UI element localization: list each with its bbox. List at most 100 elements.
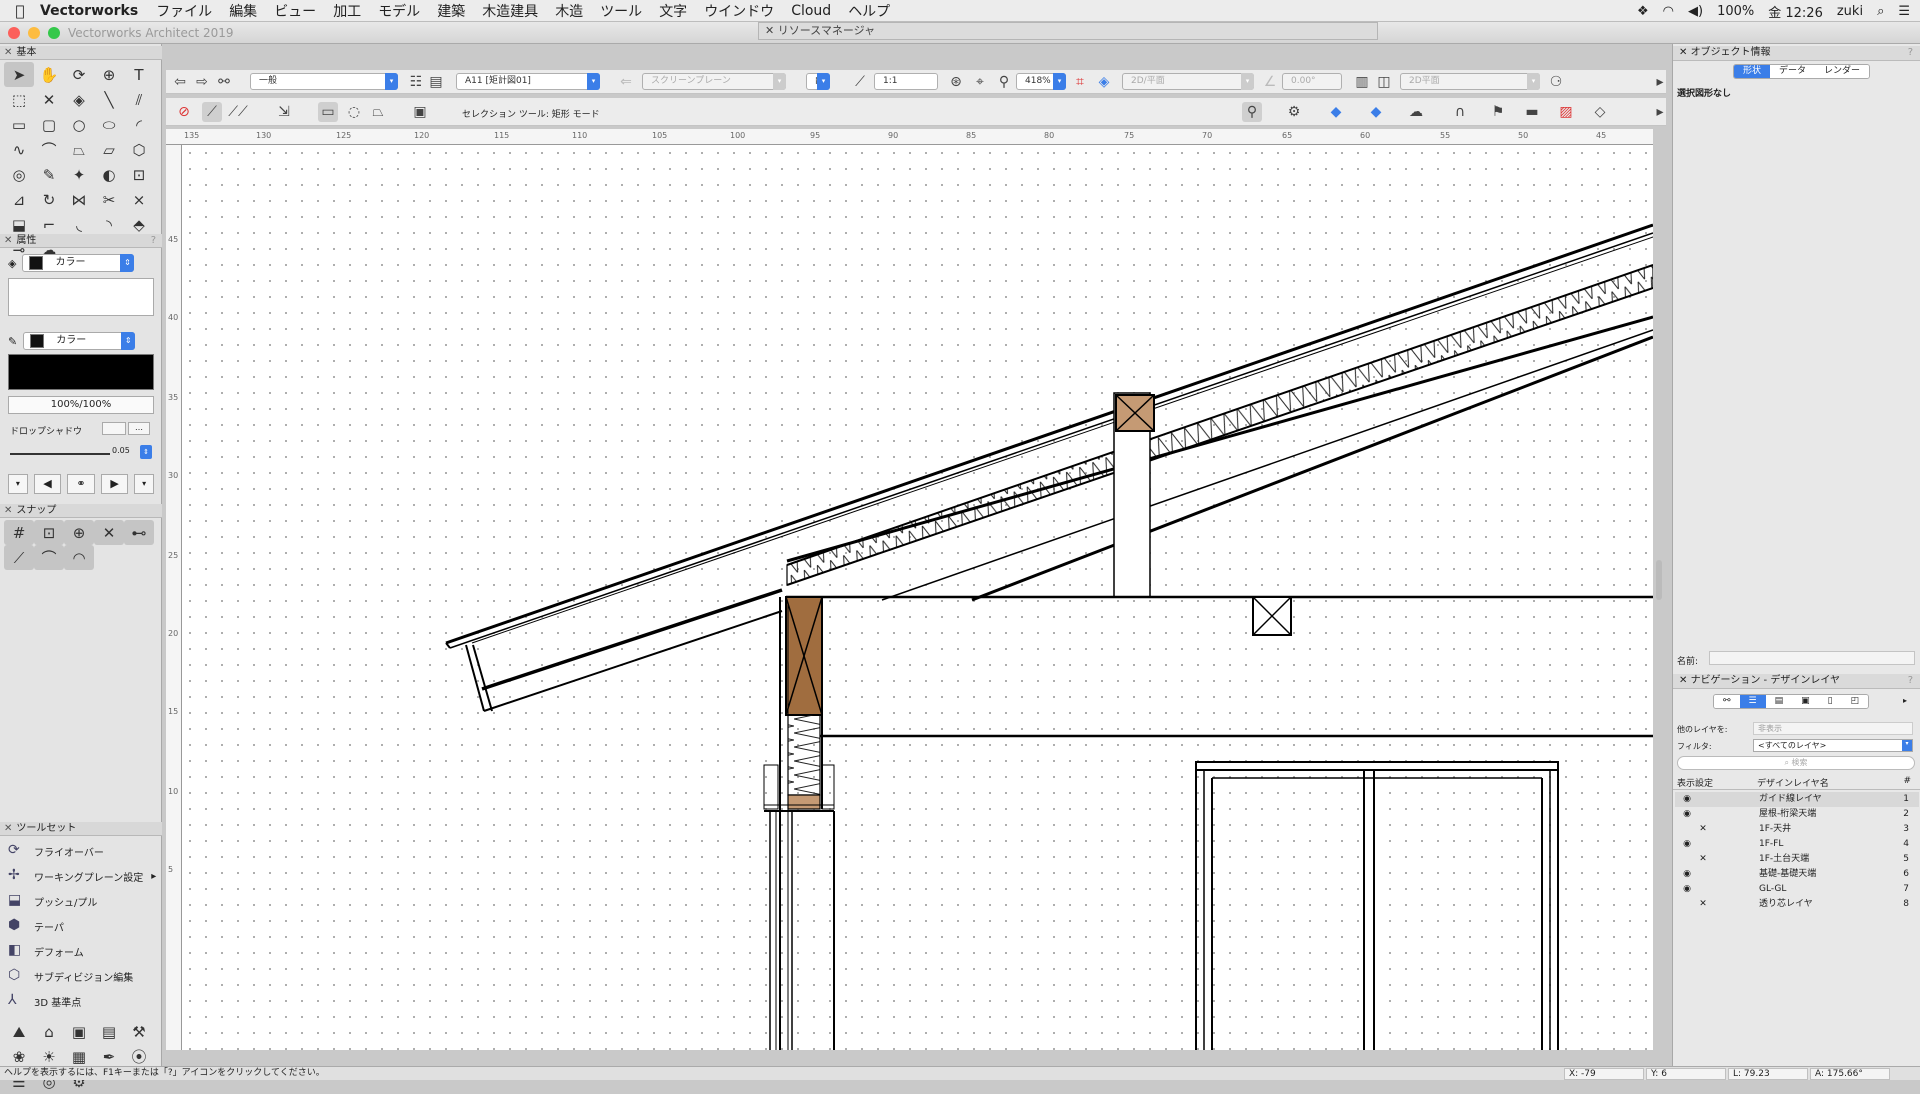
flyover-icon[interactable]: ⟳ [64,62,94,87]
active-class-dropdown[interactable]: 一般 ▾ [250,73,398,90]
layer-row[interactable]: ◉ 屋根-桁梁天端 2 [1675,807,1919,822]
bucket-icon[interactable]: ◈ [64,87,94,112]
furniture-icon[interactable]: ▣ [64,1019,94,1044]
ruler-icon[interactable]: ⟋ [850,72,870,92]
toolset-item-deform[interactable]: ◧ デフォーム [8,939,84,963]
class-visibility-icon[interactable]: ◆ [1326,102,1346,122]
menu-model[interactable]: モデル [378,1,420,21]
page-boundary-icon[interactable]: ⌗ [1070,72,1090,92]
views-tab-icon[interactable]: ◰ [1841,695,1869,708]
design-layers-tab-icon[interactable]: ☰ [1739,695,1766,708]
toolset-item-3d-locus[interactable]: ⅄ 3D 基準点 [8,989,81,1013]
menu-help[interactable]: ヘルプ [848,1,890,21]
close-icon[interactable]: ✕ [1679,47,1691,58]
chevron-right-icon[interactable]: ▸ [1650,102,1670,122]
line-weight-slider[interactable] [10,453,110,455]
close-window-button[interactable] [8,27,20,39]
search-icon[interactable]: ⌕ [1877,4,1884,19]
drop-shadow-settings-button[interactable]: … [128,422,150,435]
x-coordinate[interactable]: X: -79 [1564,1068,1644,1080]
active-layer-dropdown[interactable]: A11 [矩計図01] ▾ [456,73,600,90]
hidden-icon[interactable]: ✕ [1697,897,1709,912]
fill-preview[interactable] [8,278,154,316]
circle-icon[interactable]: ○ [64,112,94,137]
drawing-canvas[interactable] [182,145,1653,1050]
close-icon[interactable]: ✕ [4,235,12,246]
menu-window[interactable]: ウインドウ [704,1,774,21]
opacity-field[interactable]: 100%/100% [8,396,154,414]
zoom-icon[interactable]: ⊕ [94,62,124,87]
menu-edit[interactable]: 編集 [229,1,257,21]
locus-icon[interactable]: ✕ [34,87,64,112]
callout-icon[interactable]: ⬚ [4,87,34,112]
snap-surface-icon[interactable]: ◠ [64,545,94,570]
col-layer-name[interactable]: デザインレイヤ名 [1757,776,1829,789]
fill-style-dropdown[interactable]: カラー ⇕ [22,254,135,272]
col-visibility[interactable]: 表示設定 [1677,776,1713,789]
layer-visibility-icon[interactable]: ◆ [1366,102,1386,122]
multi-reshape-mode-icon[interactable]: ⟋⟋ [228,102,248,122]
snap-tangent-icon[interactable]: ⌒ [34,545,64,570]
lamp-icon[interactable]: ⚑ [1488,102,1508,122]
snap-grid-icon[interactable]: # [4,520,34,545]
layer-row[interactable]: ✕ 1F-土台天端 5 [1675,852,1919,867]
spiral-icon[interactable]: ◎ [4,162,34,187]
rotate-icon[interactable]: ↻ [34,187,64,212]
tab-shape[interactable]: 形状 [1734,65,1771,78]
chevron-right-icon[interactable]: ▸ [1903,696,1907,705]
classes-tab-icon[interactable]: ⚯ [1714,695,1740,708]
snap-loupe-icon[interactable]: ⚲ [1242,102,1262,122]
snap-angle-icon[interactable]: ⊕ [64,520,94,545]
freehand-icon[interactable]: ∿ [4,137,34,162]
snap-intersection-icon[interactable]: ✕ [94,520,124,545]
rectangle-mode-icon[interactable]: ▭ [318,102,338,122]
menu-text[interactable]: 文字 [659,1,687,21]
attribute-mapping-icon[interactable]: ✦ [64,162,94,187]
visibility-icon[interactable]: ◉ [1681,792,1693,807]
roof-icon[interactable]: ⌂ [34,1019,64,1044]
volume-icon[interactable]: ◀) [1688,4,1703,19]
layer-icon[interactable]: ▤ [426,72,446,92]
menu-file[interactable]: ファイル [156,1,212,21]
oval-icon[interactable]: ⬭ [94,112,124,137]
line-icon[interactable]: ╲ [94,87,124,112]
fit-to-objects-icon[interactable]: ⊛ [946,72,966,92]
selection-settings-icon[interactable]: ▣ [410,102,430,122]
zoom-dropdown[interactable]: 418% ▾ [1016,73,1066,90]
zoom-previous-icon[interactable]: ⌖ [970,72,990,92]
split-icon[interactable]: ✂ [94,187,124,212]
name-field[interactable] [1709,651,1915,665]
menu-view[interactable]: ビュー [274,1,316,21]
visibility-icon[interactable]: ◉ [1681,807,1693,822]
visibility-icon[interactable]: ◉ [1681,837,1693,852]
mirror-icon[interactable]: ⋈ [64,187,94,212]
battery-text[interactable]: 100% [1717,4,1754,19]
projection-icon[interactable]: ◫ [1374,72,1394,92]
snap-object-icon[interactable]: ⊡ [34,520,64,545]
close-icon[interactable]: ✕ [4,823,12,834]
double-polygon-icon[interactable]: ⏥ [94,137,124,162]
site-model-icon[interactable]: ⛰ [4,1019,34,1044]
visibility-icon[interactable]: ◉ [1681,882,1693,897]
magnet-icon[interactable]: ∩ [1450,102,1470,122]
close-icon[interactable]: ✕ [765,24,774,37]
menu-wood-fittings[interactable]: 木造建具 [482,1,538,21]
visibility-icon[interactable]: ◐ [94,162,124,187]
standard-view-icon[interactable]: ◈ [1094,72,1114,92]
snap-distance-icon[interactable]: ⊷ [124,520,154,545]
layer-row[interactable]: ◉ ガイド線レイヤ 1 [1675,792,1919,807]
help-icon[interactable]: ? [1908,46,1913,60]
length-readout[interactable]: L: 79.23 [1728,1068,1808,1080]
vertical-scrollbar[interactable] [1656,560,1662,600]
arrow-end-icon[interactable]: ▶ [100,474,129,494]
section-icon[interactable]: ▨ [1556,102,1576,122]
reshape-icon[interactable]: ⊡ [124,162,154,187]
pen-preview[interactable] [8,354,154,390]
menu-cloud[interactable]: Cloud [791,3,831,19]
tab-render[interactable]: レンダー [1815,65,1870,78]
render-options-icon[interactable]: ▥ [1352,72,1372,92]
dropbox-icon[interactable]: ❖ [1637,4,1649,19]
y-coordinate[interactable]: Y: 6 [1646,1068,1726,1080]
resource-manager-bar[interactable]: ✕ リソースマネージャ [758,22,1378,40]
cloud-icon[interactable]: ☁ [1406,102,1426,122]
